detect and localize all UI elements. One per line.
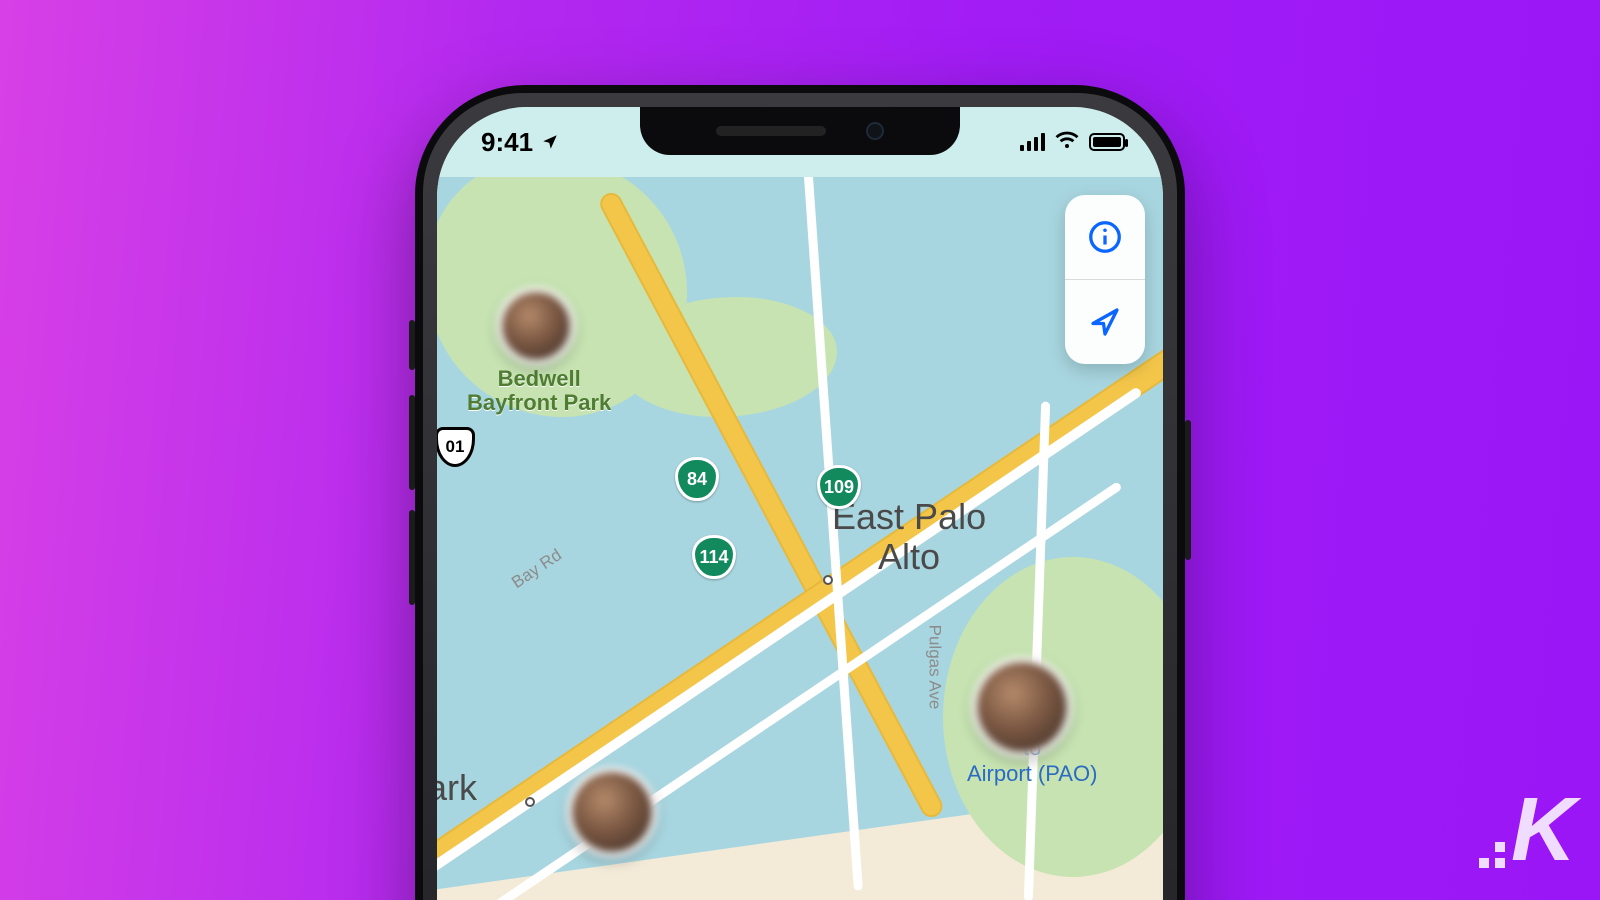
info-icon — [1087, 219, 1123, 255]
city-marker-dot — [823, 575, 833, 585]
map-controls — [1065, 195, 1145, 364]
person-location-pin[interactable] — [567, 767, 657, 857]
status-right — [1020, 128, 1125, 157]
city-marker-dot — [525, 797, 535, 807]
status-time: 9:41 — [481, 127, 533, 158]
watermark: K — [1479, 779, 1572, 882]
location-services-icon — [541, 127, 559, 158]
side-button — [1185, 420, 1191, 560]
cellular-icon — [1020, 133, 1045, 151]
iphone-mockup: 9:41 — [415, 85, 1185, 900]
battery-icon — [1089, 133, 1125, 151]
location-arrow-icon — [1087, 304, 1123, 340]
volume-up-button — [409, 395, 415, 490]
front-camera — [866, 122, 884, 140]
wifi-icon — [1055, 128, 1079, 157]
speaker-grille — [716, 126, 826, 136]
partial-label: ark — [437, 767, 477, 809]
park-label: Bedwell Bayfront Park — [467, 367, 611, 415]
phone-notch — [640, 107, 960, 155]
person-location-pin[interactable] — [972, 657, 1072, 757]
phone-screen[interactable]: 9:41 — [437, 107, 1163, 900]
map-locate-button[interactable] — [1065, 280, 1145, 364]
watermark-dots — [1479, 842, 1505, 868]
city-label: East Palo Alto — [832, 497, 986, 576]
map-info-button[interactable] — [1065, 195, 1145, 279]
status-left: 9:41 — [481, 127, 559, 158]
watermark-letter: K — [1511, 779, 1572, 882]
road-label-pulgas: Pulgas Ave — [924, 625, 944, 710]
find-my-map[interactable]: Bedwell Bayfront Park East Palo Alto to … — [437, 177, 1163, 900]
mute-switch — [409, 320, 415, 370]
person-location-pin[interactable] — [497, 287, 575, 365]
volume-down-button — [409, 510, 415, 605]
promo-stage: K 9:41 — [0, 0, 1600, 900]
